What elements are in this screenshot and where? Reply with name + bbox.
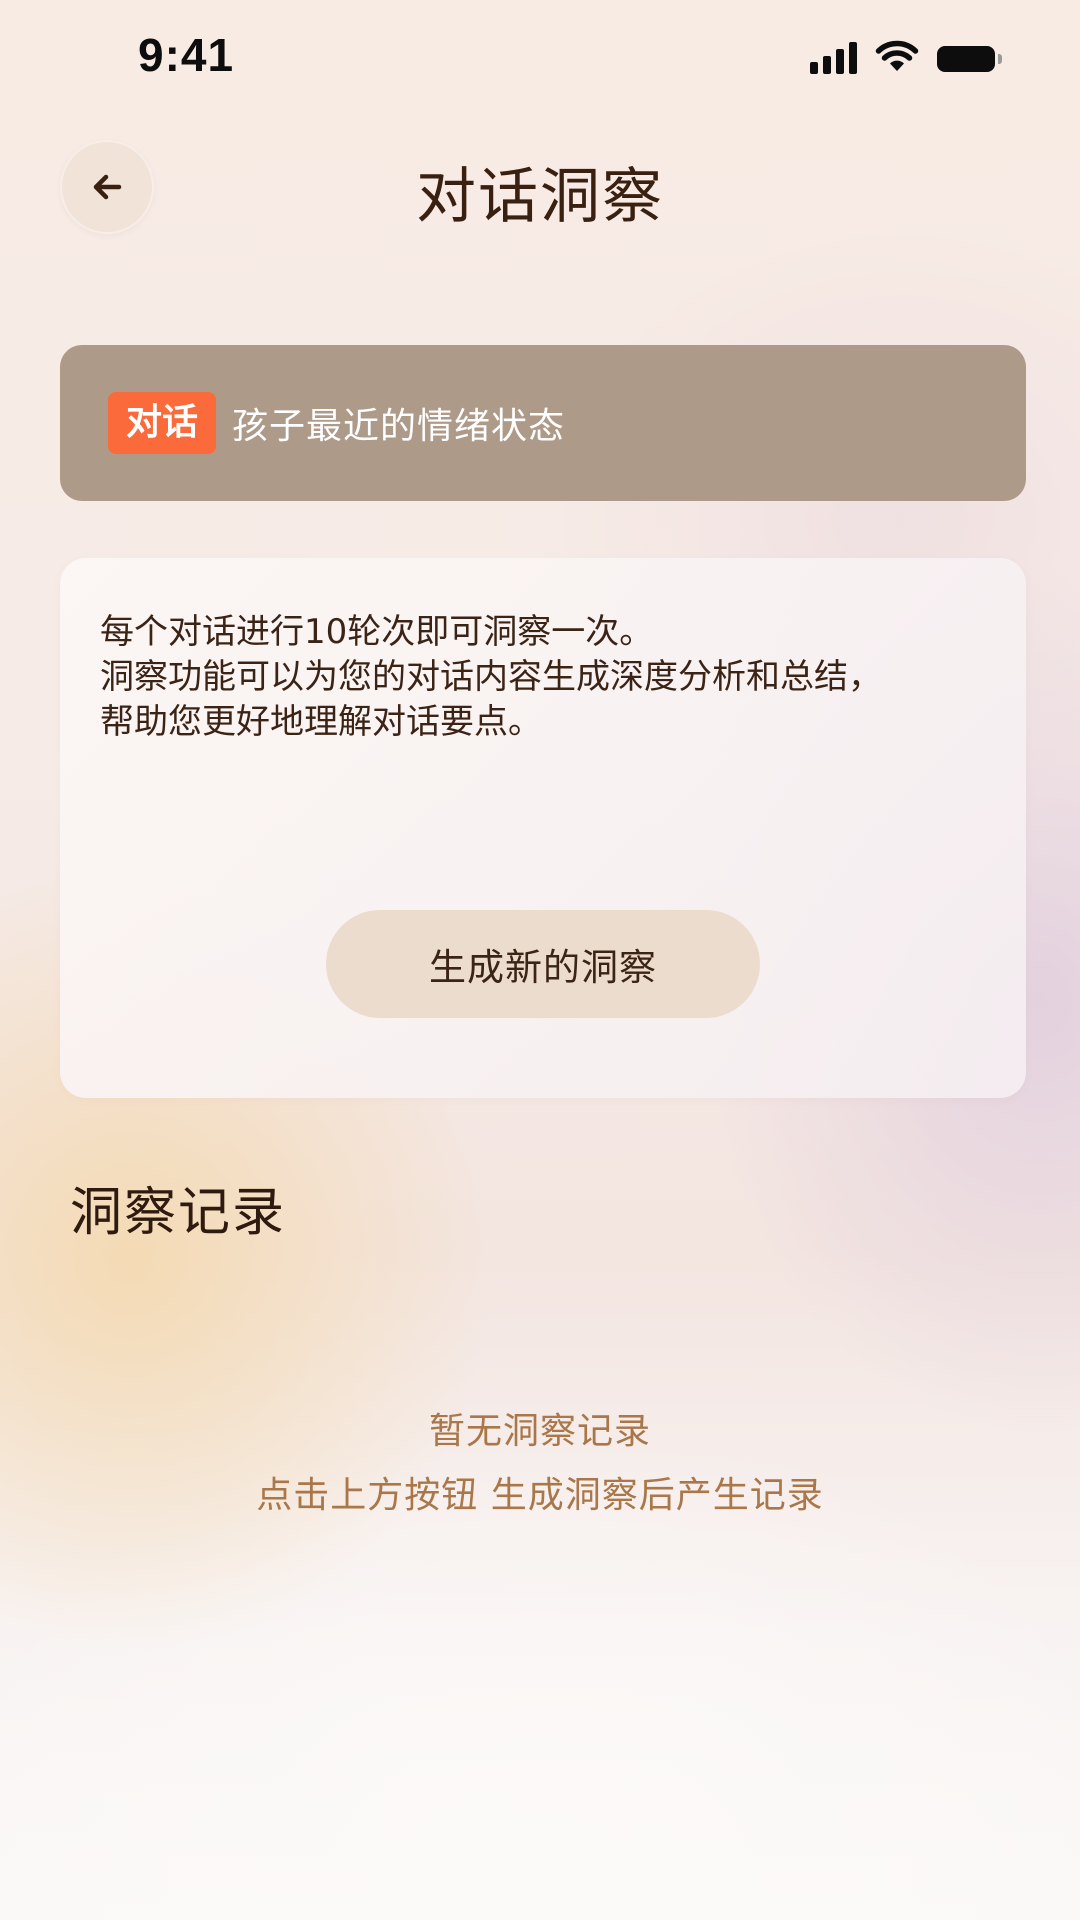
topic-text: 孩子最近的情绪状态 [232,406,566,447]
battery-icon [937,46,1002,72]
topic-tag-badge: 对话 [108,392,217,454]
empty-records-title: 暂无洞察记录 [428,1411,651,1452]
insight-description: 每个对话进行10轮次即可洞察一次。 洞察功能可以为您的对话内容生成深度分析和总结… [100,610,1000,745]
empty-records-hint: 点击上方按钮 生成洞察后产生记录 [256,1475,824,1516]
empty-records-state: 暂无洞察记录 点击上方按钮 生成洞察后产生记录 [0,1400,1080,1528]
status-time: 9:41 [138,29,235,81]
generate-insight-button[interactable]: 生成新的洞察 [326,910,760,1018]
page-title: 对话洞察 [416,162,664,232]
description-line: 每个对话进行10轮次即可洞察一次。 [100,612,654,652]
description-line: 帮助您更好地理解对话要点。 [100,702,542,742]
signal-icon [810,40,857,74]
description-line: 洞察功能可以为您的对话内容生成深度分析和总结， [100,657,882,697]
insight-info-card: 每个对话进行10轮次即可洞察一次。 洞察功能可以为您的对话内容生成深度分析和总结… [60,558,1026,1098]
status-icons [810,38,1002,74]
status-bar: 9:41 [0,0,1080,110]
wifi-icon [875,40,919,71]
records-section-title: 洞察记录 [70,1183,287,1243]
conversation-topic-card: 对话 孩子最近的情绪状态 [60,345,1026,501]
